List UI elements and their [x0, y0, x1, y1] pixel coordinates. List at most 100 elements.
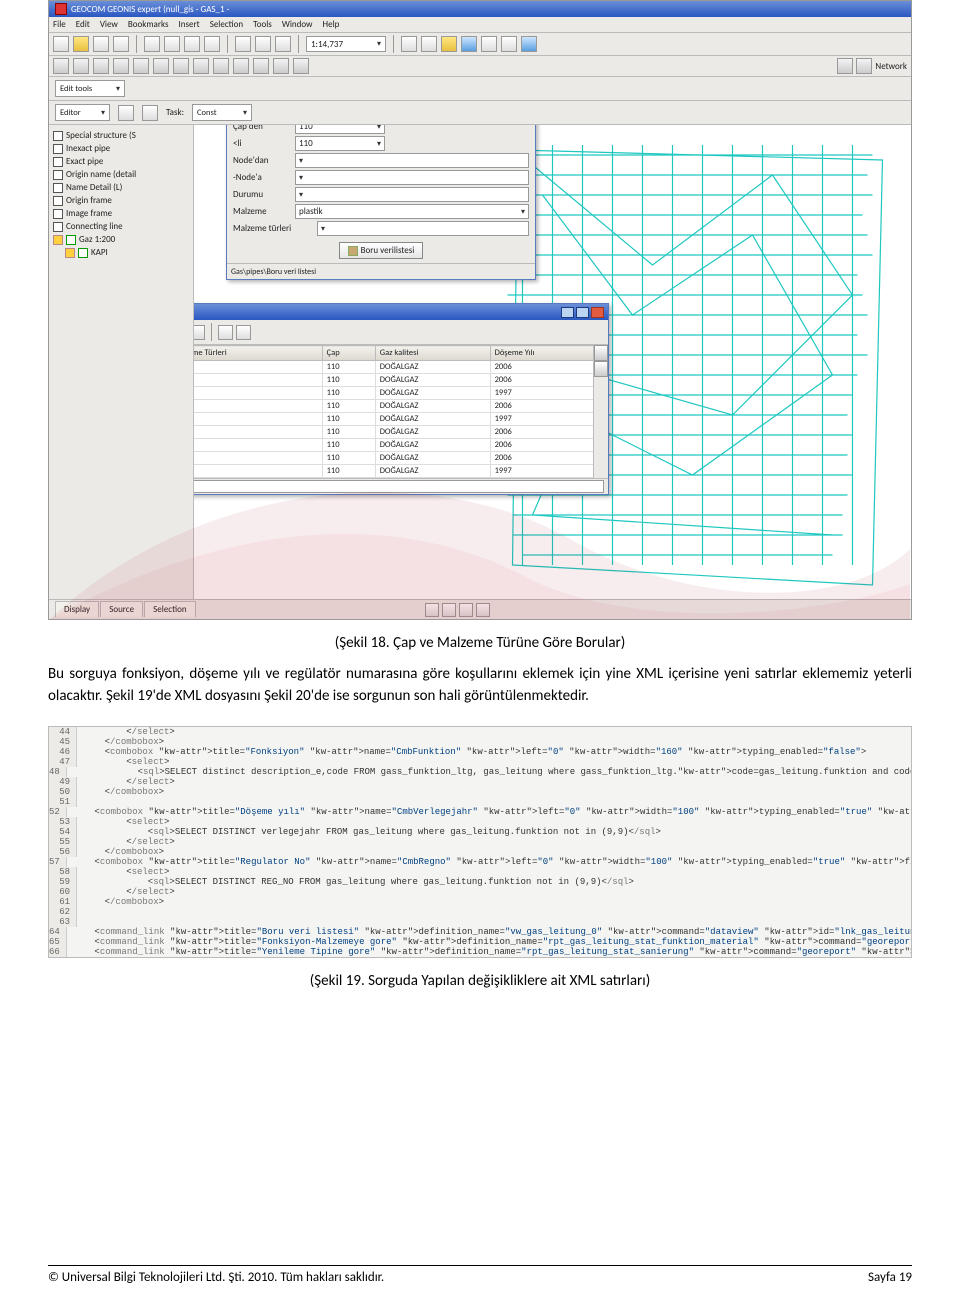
print-icon[interactable] [113, 36, 129, 52]
table-row[interactable]: 7plastikPE110DOĞALGAZ2006 [194, 439, 608, 452]
tab-display[interactable]: Display [55, 601, 99, 617]
nav-last-icon[interactable] [476, 603, 490, 617]
next-extent-icon[interactable] [213, 58, 229, 74]
table-row[interactable]: 4plastikPE110DOĞALGAZ2006 [194, 400, 608, 413]
table-header[interactable]: Malzeme Türleri [194, 346, 322, 361]
task-label: Task: [166, 107, 184, 118]
menu-edit[interactable]: Edit [76, 19, 90, 30]
dl-tb-10-icon[interactable] [236, 325, 251, 340]
menu-view[interactable]: View [100, 19, 118, 30]
layer-item[interactable]: Origin name (detail [51, 168, 191, 181]
nodedan-input[interactable] [295, 153, 529, 168]
nodea-input[interactable] [295, 170, 529, 185]
cut-icon[interactable] [144, 36, 160, 52]
tool7-icon[interactable] [521, 36, 537, 52]
menu-window[interactable]: Window [282, 19, 313, 30]
layer-item[interactable]: Special structure (S [51, 129, 191, 142]
cap-den-input[interactable]: 110 [295, 125, 385, 134]
find-icon[interactable] [273, 58, 289, 74]
table-row[interactable]: 9plastikPE110DOĞALGAZ1997 [194, 465, 608, 478]
menu-help[interactable]: Help [323, 19, 340, 30]
nav-tool-1-icon[interactable] [53, 58, 69, 74]
identify-icon[interactable] [253, 58, 269, 74]
tool2-icon[interactable] [421, 36, 437, 52]
table-row[interactable]: 8plastikPE110DOĞALGAZ2006 [194, 452, 608, 465]
scale-combo[interactable]: 1:14,737 [306, 36, 386, 52]
menu-file[interactable]: File [53, 19, 66, 30]
filter-input[interactable] [194, 480, 604, 493]
maximize-icon[interactable] [576, 307, 589, 318]
table-row[interactable]: 1plastikPE110DOĞALGAZ2006 [194, 361, 608, 374]
layer-item[interactable]: Name Detail (L) [51, 181, 191, 194]
durumu-input[interactable] [295, 187, 529, 202]
network-icon[interactable] [837, 58, 853, 74]
measure-icon[interactable] [293, 58, 309, 74]
menu-tools[interactable]: Tools [253, 19, 272, 30]
map-canvas[interactable]: Query tool [194, 125, 911, 599]
redo-icon[interactable] [255, 36, 271, 52]
table-header[interactable]: Çap [322, 346, 375, 361]
pan-icon[interactable] [153, 58, 169, 74]
nav-tool-2-icon[interactable] [73, 58, 89, 74]
table-header[interactable]: Döşeme Yılı [490, 346, 607, 361]
table-header[interactable]: Gaz kalitesi [375, 346, 490, 361]
tab-source[interactable]: Source [100, 601, 143, 617]
e-input[interactable]: 110 [295, 136, 385, 151]
zoom-out-icon[interactable] [133, 58, 149, 74]
tool5-icon[interactable] [481, 36, 497, 52]
nav-prev-icon[interactable] [442, 603, 456, 617]
close-icon[interactable] [591, 307, 604, 318]
layer-child[interactable]: KAPI [51, 246, 191, 259]
code-line: </combobox> [77, 737, 164, 747]
full-extent-icon[interactable] [173, 58, 189, 74]
boru-verilistesi-button[interactable]: Boru verilistesi [339, 242, 424, 259]
layer-item[interactable]: Origin frame [51, 194, 191, 207]
table-row[interactable]: 5plastikPE110DOĞALGAZ1997 [194, 413, 608, 426]
editor-combo[interactable]: Editor [55, 104, 110, 121]
nav-next-icon[interactable] [459, 603, 473, 617]
datalist-titlebar: Data list - Pipe [194, 304, 608, 320]
paste-icon[interactable] [184, 36, 200, 52]
delete-icon[interactable] [204, 36, 220, 52]
edit-pointer-icon[interactable] [118, 105, 134, 121]
layer-group[interactable]: Gaz 1:200 [51, 233, 191, 246]
copy-icon[interactable] [164, 36, 180, 52]
tool6-icon[interactable] [501, 36, 517, 52]
tool1-icon[interactable] [401, 36, 417, 52]
menu-selection[interactable]: Selection [210, 19, 243, 30]
layer-item[interactable]: Connecting line [51, 220, 191, 233]
malzeme-turleri-input[interactable] [317, 221, 529, 236]
flag-icon[interactable] [856, 58, 872, 74]
code-line: <command_link "kw-attr">title="Fonksiyon… [67, 937, 912, 947]
table-row[interactable]: 6plastikPE110DOĞALGAZ2006 [194, 426, 608, 439]
tool4-icon[interactable] [461, 36, 477, 52]
dl-tb-9-icon[interactable] [218, 325, 233, 340]
open-icon[interactable] [73, 36, 89, 52]
layer-item[interactable]: Inexact pipe [51, 142, 191, 155]
prev-extent-icon[interactable] [193, 58, 209, 74]
vertical-scrollbar[interactable] [593, 345, 608, 478]
tool3-icon[interactable] [441, 36, 457, 52]
edit-sketch-icon[interactable] [142, 105, 158, 121]
menu-bookmarks[interactable]: Bookmarks [128, 19, 169, 30]
select-icon[interactable] [233, 58, 249, 74]
table-row[interactable]: 2plastikPE110DOĞALGAZ2006 [194, 374, 608, 387]
dl-tb-8-icon[interactable] [194, 325, 205, 340]
tab-selection[interactable]: Selection [144, 601, 195, 617]
task-combo[interactable]: Const [192, 104, 252, 121]
layer-item[interactable]: Exact pipe [51, 155, 191, 168]
undo-icon[interactable] [235, 36, 251, 52]
table-row[interactable]: 3plastikPE110DOĞALGAZ1997 [194, 387, 608, 400]
zoom-in-icon[interactable] [113, 58, 129, 74]
edit-tools-combo[interactable]: Edit tools [55, 80, 125, 97]
add-layer-icon[interactable] [275, 36, 291, 52]
menu-insert[interactable]: Insert [179, 19, 200, 30]
layer-item[interactable]: Image frame [51, 207, 191, 220]
save-icon[interactable] [93, 36, 109, 52]
query-form: Çap den 110 <li 110 Node'dan -Node'a [227, 125, 535, 263]
nav-tool-3-icon[interactable] [93, 58, 109, 74]
new-icon[interactable] [53, 36, 69, 52]
malzeme-input[interactable]: plastik [295, 204, 529, 219]
nav-first-icon[interactable] [425, 603, 439, 617]
minimize-icon[interactable] [561, 307, 574, 318]
